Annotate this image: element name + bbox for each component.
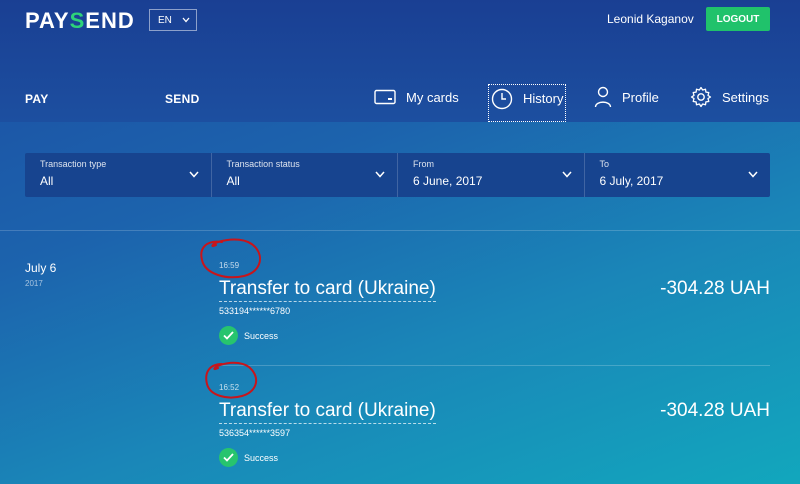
chevron-down-icon [561,171,572,178]
language-selector[interactable]: EN [149,9,197,31]
user-icon [594,86,612,108]
divider [0,230,800,231]
nav-settings[interactable]: Settings [690,84,769,110]
transaction-status-label: Success [244,452,279,463]
check-icon [219,326,238,345]
filter-value: All [226,174,240,188]
user-name[interactable]: Leonid Kaganov [607,12,694,26]
nav-profile-label: Profile [622,89,659,105]
language-value: EN [158,14,172,26]
chevron-down-icon [748,171,758,178]
filter-value: 6 June, 2017 [413,174,483,188]
filter-label: To [599,159,610,169]
clock-icon [491,88,513,110]
logout-button[interactable]: LOGOUT [706,7,770,31]
nav-send[interactable]: SEND [165,92,200,106]
transaction-status-label: Success [244,330,279,341]
filter-label: Transaction type [40,159,107,169]
filter-transaction-status[interactable]: Transaction status All [212,153,398,197]
gear-icon [690,86,712,108]
filter-to-date[interactable]: To 6 July, 2017 [585,153,771,197]
chevron-down-icon [182,17,190,23]
history-date-day: July 6 [25,261,57,275]
annotation-circle [200,238,261,279]
nav-profile[interactable]: Profile [594,84,659,110]
nav-history[interactable]: History [488,84,567,122]
filters-bar: Transaction type All Transaction status … [25,153,770,197]
transaction-status: Success [219,326,278,345]
transaction-title[interactable]: Transfer to card (Ukraine) [219,278,436,302]
transaction-title[interactable]: Transfer to card (Ukraine) [219,400,436,424]
filter-from-date[interactable]: From 6 June, 2017 [398,153,585,197]
transaction-divider [219,365,770,366]
chevron-down-icon [375,171,385,178]
logo-text: PAYSEND [25,8,135,33]
nav-pay[interactable]: PAY [25,92,49,106]
transaction-card-number: 536354******3597 [219,428,291,438]
transaction-time: 16:59 [219,261,240,270]
nav-settings-label: Settings [722,89,769,105]
chevron-down-icon [188,171,199,178]
card-icon [374,89,396,105]
filter-value: All [40,174,54,188]
nav-my-cards[interactable]: My cards [374,84,459,110]
transaction-amount: -304.28 UAH [660,278,770,299]
filter-label: From [413,159,434,169]
filter-value: 6 July, 2017 [599,174,664,188]
nav-my-cards-label: My cards [406,89,459,105]
history-date-year: 2017 [25,279,43,288]
check-icon [219,448,238,467]
transaction-time: 16:52 [219,383,240,392]
paysend-logo[interactable]: PAYSEND [25,8,135,34]
nav-history-label: History [523,91,564,106]
transaction-status: Success [219,448,278,467]
transaction-amount: -304.28 UAH [660,400,770,421]
transaction-card-number: 533194******6780 [219,306,291,316]
filter-label: Transaction status [226,159,300,169]
filter-transaction-type[interactable]: Transaction type All [25,153,212,197]
